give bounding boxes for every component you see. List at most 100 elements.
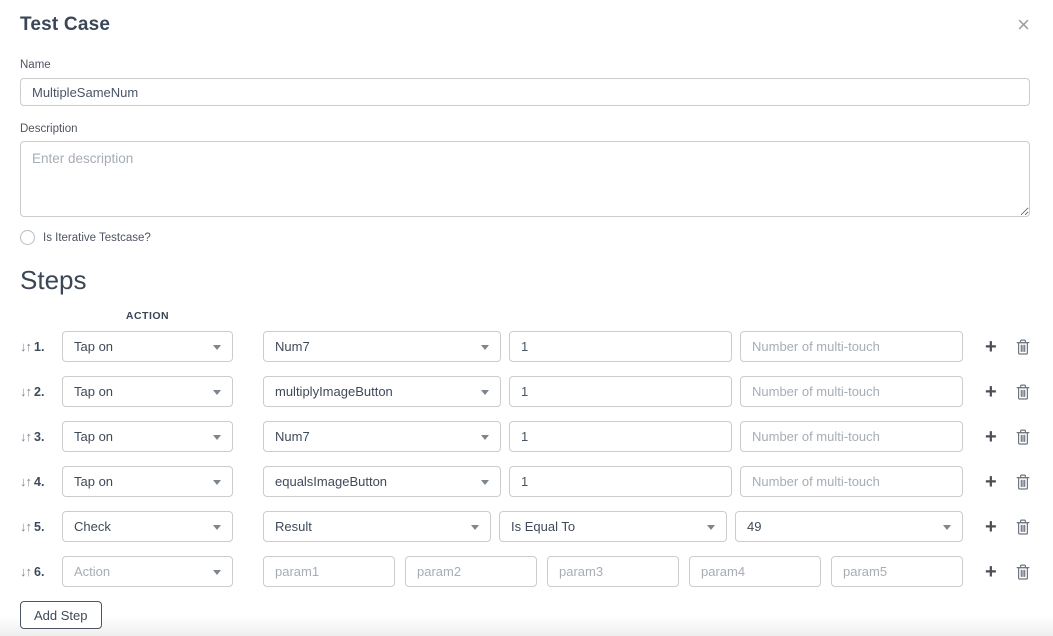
step-row: ↓↑ 4. Tap on equalsImageButton +: [20, 466, 1030, 497]
step-param-select-value: Is Equal To: [511, 519, 575, 534]
step-number: 1.: [34, 340, 44, 354]
step-params: Num7: [263, 421, 963, 452]
step-param-select-value: Num7: [275, 429, 310, 444]
close-icon[interactable]: ×: [1017, 16, 1030, 34]
delete-step-trash-icon[interactable]: [1016, 474, 1030, 490]
chevron-down-icon: [213, 570, 221, 575]
add-step-plus-icon[interactable]: +: [985, 562, 997, 582]
reorder-handle-icon[interactable]: ↓↑: [20, 429, 31, 444]
chevron-down-icon: [213, 345, 221, 350]
action-select-value: Tap on: [74, 384, 113, 399]
action-select[interactable]: Tap on: [62, 376, 233, 407]
action-select-value: Tap on: [74, 339, 113, 354]
add-step-plus-icon[interactable]: +: [985, 382, 997, 402]
step-param-input[interactable]: [509, 376, 732, 407]
chevron-down-icon: [481, 390, 489, 395]
step-param-select[interactable]: Num7: [263, 421, 501, 452]
step-param-select[interactable]: equalsImageButton: [263, 466, 501, 497]
description-input[interactable]: [20, 141, 1030, 217]
add-step-plus-icon[interactable]: +: [985, 337, 997, 357]
name-label: Name: [20, 59, 1030, 71]
step-param-select-value: Result: [275, 519, 312, 534]
steps-rows: ↓↑ 1. Tap on Num7 + ↓↑ 2. Tap: [20, 331, 1030, 587]
step-number: 5.: [34, 520, 44, 534]
step-params: Result Is Equal To 49: [263, 511, 963, 542]
reorder-handle-icon[interactable]: ↓↑: [20, 519, 31, 534]
step-number: 6.: [34, 565, 44, 579]
delete-step-trash-icon[interactable]: [1016, 339, 1030, 355]
add-step-plus-icon[interactable]: +: [985, 517, 997, 537]
action-select[interactable]: Tap on: [62, 331, 233, 362]
step-row: ↓↑ 6. Action +: [20, 556, 1030, 587]
step-param-input[interactable]: [509, 421, 732, 452]
step-param-input[interactable]: [740, 376, 963, 407]
step-params: equalsImageButton: [263, 466, 963, 497]
delete-step-trash-icon[interactable]: [1016, 519, 1030, 535]
step-params: multiplyImageButton: [263, 376, 963, 407]
step-param-input[interactable]: [405, 556, 537, 587]
delete-step-trash-icon[interactable]: [1016, 564, 1030, 580]
chevron-down-icon: [213, 480, 221, 485]
reorder-handle-icon[interactable]: ↓↑: [20, 564, 31, 579]
step-param-input[interactable]: [740, 331, 963, 362]
chevron-down-icon: [943, 525, 951, 530]
description-label: Description: [20, 123, 1030, 135]
step-param-input[interactable]: [689, 556, 821, 587]
chevron-down-icon: [213, 525, 221, 530]
step-param-input[interactable]: [740, 421, 963, 452]
step-param-select[interactable]: Is Equal To: [499, 511, 727, 542]
action-select-value: Check: [74, 519, 111, 534]
iterative-radio-label: Is Iterative Testcase?: [43, 232, 151, 244]
step-row-actions: +: [985, 337, 1030, 357]
step-param-select-value: 49: [747, 519, 761, 534]
chevron-down-icon: [481, 480, 489, 485]
action-select[interactable]: Tap on: [62, 466, 233, 497]
step-param-select[interactable]: 49: [735, 511, 963, 542]
step-param-select[interactable]: multiplyImageButton: [263, 376, 501, 407]
reorder-handle-icon[interactable]: ↓↑: [20, 339, 31, 354]
step-row: ↓↑ 3. Tap on Num7 +: [20, 421, 1030, 452]
step-row: ↓↑ 2. Tap on multiplyImageButton +: [20, 376, 1030, 407]
step-row-actions: +: [985, 382, 1030, 402]
iterative-testcase-option: Is Iterative Testcase?: [20, 230, 1030, 245]
step-row-actions: +: [985, 517, 1030, 537]
chevron-down-icon: [213, 390, 221, 395]
chevron-down-icon: [471, 525, 479, 530]
step-row-actions: +: [985, 427, 1030, 447]
action-select-value: Action: [74, 564, 110, 579]
step-param-input[interactable]: [263, 556, 395, 587]
delete-step-trash-icon[interactable]: [1016, 384, 1030, 400]
step-params: [263, 556, 963, 587]
name-input[interactable]: [20, 78, 1030, 106]
action-select-value: Tap on: [74, 474, 113, 489]
step-row-actions: +: [985, 562, 1030, 582]
step-number: 4.: [34, 475, 44, 489]
step-row-left: ↓↑ 5.: [20, 519, 62, 534]
step-row-left: ↓↑ 3.: [20, 429, 62, 444]
step-param-input[interactable]: [740, 466, 963, 497]
step-param-select-value: Num7: [275, 339, 310, 354]
iterative-radio[interactable]: [20, 230, 35, 245]
steps-heading: Steps: [20, 265, 1030, 296]
chevron-down-icon: [707, 525, 715, 530]
reorder-handle-icon[interactable]: ↓↑: [20, 474, 31, 489]
step-row: ↓↑ 1. Tap on Num7 +: [20, 331, 1030, 362]
action-column-header: ACTION: [62, 310, 233, 322]
step-param-input[interactable]: [831, 556, 963, 587]
chevron-down-icon: [481, 435, 489, 440]
step-param-input[interactable]: [509, 466, 732, 497]
step-param-input[interactable]: [547, 556, 679, 587]
action-select[interactable]: Action: [62, 556, 233, 587]
reorder-handle-icon[interactable]: ↓↑: [20, 384, 31, 399]
action-select[interactable]: Check: [62, 511, 233, 542]
add-step-plus-icon[interactable]: +: [985, 472, 997, 492]
delete-step-trash-icon[interactable]: [1016, 429, 1030, 445]
step-row-actions: +: [985, 472, 1030, 492]
step-param-input[interactable]: [509, 331, 732, 362]
step-row-left: ↓↑ 4.: [20, 474, 62, 489]
step-param-select[interactable]: Result: [263, 511, 491, 542]
add-step-plus-icon[interactable]: +: [985, 427, 997, 447]
step-param-select[interactable]: Num7: [263, 331, 501, 362]
action-select[interactable]: Tap on: [62, 421, 233, 452]
add-step-button[interactable]: Add Step: [20, 601, 102, 629]
